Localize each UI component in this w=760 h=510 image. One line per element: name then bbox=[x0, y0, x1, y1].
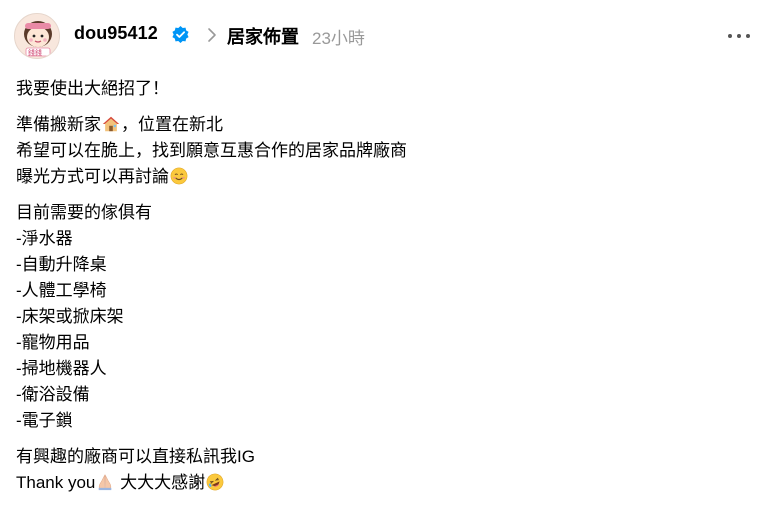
text-line: 有興趣的廠商可以直接私訊我IG bbox=[16, 447, 255, 466]
text-segment: Thank you bbox=[16, 473, 96, 492]
text-segment: 準備搬新家 bbox=[16, 115, 101, 134]
list-item: -淨水器 bbox=[16, 229, 73, 248]
text-segment: 大大大感謝 bbox=[115, 473, 206, 492]
rolling-laughing-emoji-icon bbox=[206, 473, 224, 491]
chevron-right-icon bbox=[208, 28, 216, 42]
text-segment: 曝光方式可以再討論 bbox=[16, 167, 169, 186]
avatar-text: 錢錢 bbox=[28, 49, 42, 57]
list-item: -寵物用品 bbox=[16, 333, 90, 352]
paragraph-intro: 我要使出大絕招了！ bbox=[16, 76, 736, 102]
list-item: -掃地機器人 bbox=[16, 359, 107, 378]
folded-hands-emoji-icon bbox=[99, 474, 112, 491]
list-item: -電子鎖 bbox=[16, 411, 73, 430]
avatar[interactable]: 錢錢 bbox=[14, 13, 60, 59]
post-time: 23小時 bbox=[312, 29, 365, 48]
list-item: -人體工學椅 bbox=[16, 281, 107, 300]
list-item: -床架或掀床架 bbox=[16, 307, 124, 326]
text-segment: ，位置在新北 bbox=[121, 115, 223, 134]
text-line: 曝光方式可以再討論 bbox=[16, 164, 736, 190]
list-heading: 目前需要的傢俱有 bbox=[16, 203, 152, 222]
post-body: 我要使出大絕招了！ 準備搬新家 ，位置在新北 希望可以在脆上，找到願意互惠合作的… bbox=[16, 76, 736, 506]
list-item: -自動升降桌 bbox=[16, 255, 107, 274]
text-line: 我要使出大絕招了！ bbox=[16, 79, 169, 98]
smiling-face-emoji-icon bbox=[170, 167, 188, 185]
topic-tag[interactable]: 居家佈置 bbox=[227, 23, 299, 49]
list-item: -衛浴設備 bbox=[16, 385, 90, 404]
paragraph-furniture-list: 目前需要的傢俱有 -淨水器 -自動升降桌 -人體工學椅 -床架或掀床架 -寵物用… bbox=[16, 200, 736, 434]
username[interactable]: dou95412 bbox=[74, 23, 158, 44]
text-line: 準備搬新家 ，位置在新北 bbox=[16, 112, 736, 138]
verified-badge-icon bbox=[172, 25, 189, 44]
text-line: Thank you 大大大感謝 bbox=[16, 470, 736, 496]
post-header: 錢錢 dou95412 居家佈置 23小時 bbox=[14, 13, 752, 59]
text-line: 希望可以在脆上，找到願意互惠合作的居家品牌廠商 bbox=[16, 141, 407, 160]
paragraph-contact: 有興趣的廠商可以直接私訊我IG Thank you 大大大感謝 bbox=[16, 444, 736, 496]
more-options-icon[interactable] bbox=[726, 27, 752, 45]
house-emoji-icon bbox=[102, 116, 120, 132]
paragraph-moving: 準備搬新家 ，位置在新北 希望可以在脆上，找到願意互惠合作的居家品牌廠商 曝光方… bbox=[16, 112, 736, 190]
